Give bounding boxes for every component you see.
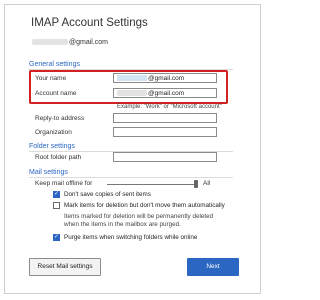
reset-mail-settings-button[interactable]: Reset Mail settings xyxy=(29,258,101,276)
highlight-box xyxy=(29,70,228,104)
mark-deletion-checkbox[interactable] xyxy=(53,202,60,209)
dialog-title: IMAP Account Settings xyxy=(31,17,148,29)
account-email: @gmail.com xyxy=(32,39,108,46)
root-folder-label: Root folder path xyxy=(35,154,82,161)
reply-to-input[interactable] xyxy=(113,113,217,123)
dont-save-sent-checkbox[interactable]: ✓ xyxy=(53,191,60,198)
organization-input[interactable] xyxy=(113,127,217,137)
mark-deletion-note: Items marked for deletion will be perman… xyxy=(64,213,214,228)
keep-offline-slider-thumb[interactable] xyxy=(194,180,198,188)
account-name-example: Example: "Work" or "Microsoft account" xyxy=(117,104,222,110)
dont-save-sent-label: Don't save copies of sent items xyxy=(64,191,151,198)
organization-label: Organization xyxy=(35,129,72,136)
imap-settings-dialog: IMAP Account Settings @gmail.com General… xyxy=(4,4,261,294)
reply-to-label: Reply-to address xyxy=(35,115,85,122)
keep-offline-label: Keep mail offline for xyxy=(35,180,93,187)
mail-settings-header: Mail settings xyxy=(29,169,68,176)
folder-settings-header: Folder settings xyxy=(29,143,75,150)
mark-deletion-label: Mark items for deletion but don't move t… xyxy=(64,202,225,209)
purge-label: Purge items when switching folders while… xyxy=(64,234,198,241)
mail-settings-divider xyxy=(29,177,233,178)
keep-offline-value: All xyxy=(203,180,211,187)
root-folder-input[interactable] xyxy=(113,152,217,162)
next-button[interactable]: Next xyxy=(187,258,239,276)
redacted-email-local-part xyxy=(32,39,68,46)
general-settings-header: General settings xyxy=(29,61,80,68)
keep-offline-slider[interactable] xyxy=(107,184,196,185)
purge-checkbox[interactable]: ✓ xyxy=(53,234,60,241)
